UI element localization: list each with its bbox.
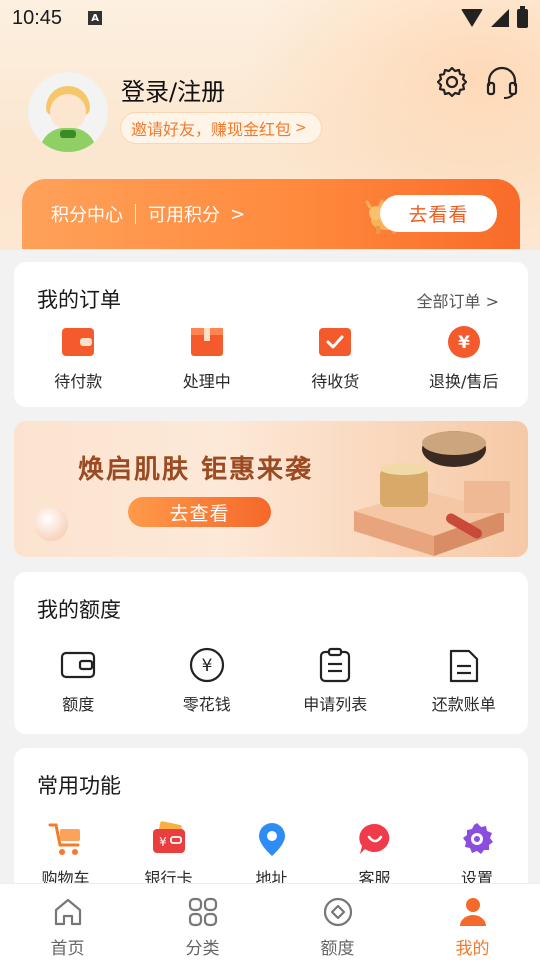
orders-card: 我的订单 全部订单 > 待付款 处理中 待收货 ¥ 退换/售后 [14,262,528,407]
battery-icon [517,5,528,28]
banner-view-button[interactable]: 去查看 [128,497,271,527]
cosmetics-illustration [354,431,510,556]
bill-icon [449,649,478,683]
yuan-circle-icon: ¥ [189,647,224,683]
wallet-icon [62,328,95,356]
repayment-bill-item[interactable]: 还款账单 [400,647,529,715]
credit-icon [323,897,352,927]
category-grid-icon [188,897,217,927]
login-register-link[interactable]: 登录/注册 [121,72,225,107]
status-icons [461,5,528,28]
cart-item[interactable]: 购物车 [14,821,117,889]
application-list-item[interactable]: 申请列表 [271,647,400,715]
credit-card: 我的额度 额度 ¥ 零花钱 申请列表 还款账单 [14,572,528,734]
box-icon [190,328,223,356]
settings-item[interactable]: 设置 [426,821,528,889]
application-list-label: 申请列表 [303,695,368,714]
available-points-label: 可用积分 [148,205,220,226]
nav-credit-label: 额度 [320,939,355,959]
profile-icon [459,898,486,926]
address-item[interactable]: 地址 [220,821,323,889]
nav-mine-label: 我的 [455,939,490,959]
delivery-icon [319,328,352,356]
nav-home-label: 首页 [50,939,85,959]
points-center-bar[interactable]: 积分中心 可用积分 > 去看看 [22,179,520,249]
points-center-label: 积分中心 [51,205,123,226]
credit-title: 我的额度 [37,598,121,622]
cellular-signal-icon [491,9,509,27]
avatar-face [50,94,86,130]
nav-mine[interactable]: 我的 [405,884,540,960]
avatar[interactable] [28,72,108,152]
credit-grid: 额度 ¥ 零花钱 申请列表 还款账单 [14,647,528,715]
order-returns[interactable]: ¥ 退换/售后 [400,324,529,392]
bank-card-icon: ¥ [152,821,185,853]
status-bar: 10:45 A [0,0,540,36]
chevron-right-icon: > [230,203,246,225]
decorative-bubble [34,507,68,541]
yuan-refund-icon: ¥ [447,326,480,358]
order-returns-label: 退换/售后 [429,372,499,391]
clipboard-icon [320,647,351,683]
orders-title: 我的订单 [37,288,121,312]
invite-friends-pill[interactable]: 邀请好友，赚现金红包 > [120,112,322,144]
repayment-bill-label: 还款账单 [431,695,496,714]
invite-text: 邀请好友，赚现金红包 [131,120,292,139]
nav-home[interactable]: 首页 [0,884,135,960]
svg-text:¥: ¥ [458,333,470,353]
promo-banner[interactable]: 焕启肌肤 钜惠来袭 去查看 [14,421,528,557]
bank-card-item[interactable]: ¥ 银行卡 [117,821,220,889]
all-orders-link[interactable]: 全部订单 > [417,288,500,312]
headset-icon[interactable] [484,64,520,100]
wifi-icon [461,9,483,27]
common-functions-card: 常用功能 购物车 ¥ 银行卡 地址 客服 设置 [14,748,528,898]
svg-text:¥: ¥ [159,835,167,849]
svg-text:¥: ¥ [201,656,212,676]
orders-grid: 待付款 处理中 待收货 ¥ 退换/售后 [14,324,528,392]
cart-icon [48,823,80,855]
banner-headline: 焕启肌肤 钜惠来袭 [78,455,314,485]
order-processing-label: 处理中 [182,372,231,391]
order-awaiting-delivery[interactable]: 待收货 [271,324,400,392]
points-divider [135,204,136,224]
wallet-outline-icon [61,651,96,679]
nav-credit[interactable]: 额度 [270,884,405,960]
home-icon [54,898,81,926]
chevron-right-icon: > [295,120,307,136]
order-pending-payment[interactable]: 待付款 [14,324,143,392]
status-app-indicator: A [88,11,103,25]
customer-service-icon [358,823,389,854]
location-pin-icon [258,823,285,856]
bottom-navigation: 首页 分类 额度 我的 [0,883,540,960]
avatar-bowtie [60,130,76,138]
nav-category-label: 分类 [185,939,220,959]
pocket-money-item[interactable]: ¥ 零花钱 [143,647,272,715]
order-pending-payment-label: 待付款 [54,372,103,391]
pocket-money-label: 零花钱 [182,695,231,714]
order-awaiting-delivery-label: 待收货 [311,372,360,391]
nav-category[interactable]: 分类 [135,884,270,960]
customer-service-item[interactable]: 客服 [323,821,426,889]
settings-gear-icon [463,823,493,854]
settings-gear-icon[interactable] [434,64,470,100]
go-see-button[interactable]: 去看看 [380,195,497,232]
tools-grid: 购物车 ¥ 银行卡 地址 客服 设置 [14,821,528,889]
common-functions-title: 常用功能 [37,774,121,798]
credit-limit-label: 额度 [62,695,95,714]
credit-limit-item[interactable]: 额度 [14,647,143,715]
order-processing[interactable]: 处理中 [143,324,272,392]
status-time: 10:45 [12,6,63,29]
